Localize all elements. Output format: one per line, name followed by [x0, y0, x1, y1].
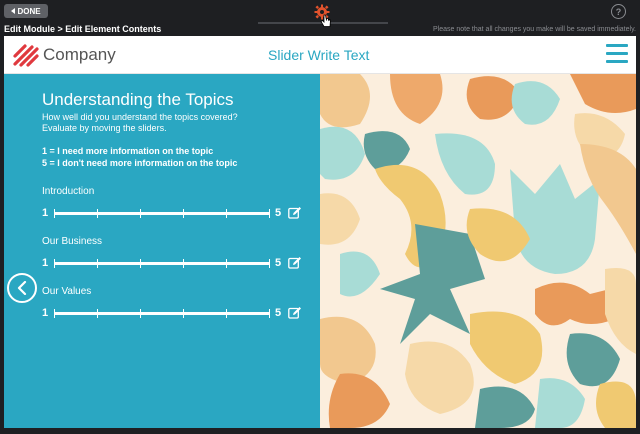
back-button[interactable] [7, 273, 37, 303]
scale-key-line-2: 5 = I don't need more information on the… [42, 158, 238, 168]
subtitle-line-2: Evaluate by moving the sliders. [42, 123, 167, 133]
slider-tick [226, 209, 227, 218]
subtitle-line-1: How well did you understand the topics c… [42, 112, 238, 122]
slider-min-value: 1 [42, 207, 49, 219]
abstract-shapes-image [320, 74, 636, 428]
slider-our-values[interactable] [54, 309, 270, 318]
slider-tick [269, 309, 270, 318]
preview-frame: Company Slider Write Text Understanding … [4, 36, 636, 428]
company-logo-icon [13, 44, 39, 67]
done-button[interactable]: DONE [4, 4, 48, 18]
slider-tick [183, 259, 184, 268]
menu-bar [606, 52, 628, 55]
back-triangle-icon [11, 8, 16, 14]
slider-tick [183, 209, 184, 218]
slider-max-value: 5 [275, 307, 282, 319]
slider-tick [54, 309, 55, 318]
slider-min-value: 1 [42, 307, 49, 319]
help-icon[interactable]: ? [611, 4, 626, 19]
slider-max-value: 5 [275, 257, 282, 269]
slider-max-value: 5 [275, 207, 282, 219]
edit-icon[interactable] [288, 256, 302, 269]
slider-tick [97, 209, 98, 218]
section-heading: Understanding the Topics [42, 90, 234, 109]
menu-bar [606, 60, 628, 63]
content-panel: Understanding the Topics How well did yo… [4, 74, 320, 428]
breadcrumb: Edit Module > Edit Element Contents [4, 24, 162, 34]
page-header: Company Slider Write Text [4, 36, 636, 74]
slider-tick [140, 309, 141, 318]
slider-tick [269, 209, 270, 218]
menu-bar [606, 44, 628, 47]
slider-tick [97, 259, 98, 268]
slider-tick [140, 209, 141, 218]
chevron-left-icon [17, 281, 27, 295]
slider-tick [140, 259, 141, 268]
slider-our-business[interactable] [54, 259, 270, 268]
slider-introduction[interactable] [54, 209, 270, 218]
decorative-pattern [320, 74, 636, 428]
slider-label-introduction: Introduction [42, 186, 95, 197]
slider-label-our-business: Our Business [42, 236, 103, 247]
editor-toolbar: DONE Edit Module > Edit Element Contents… [0, 0, 640, 36]
slider-tick [97, 309, 98, 318]
scale-key-line-1: 1 = I need more information on the topic [42, 146, 214, 156]
help-label: ? [615, 6, 622, 17]
slider-tick [226, 259, 227, 268]
menu-icon[interactable] [606, 44, 628, 64]
save-notice: Please note that all changes you make wi… [433, 26, 636, 33]
slider-tick [269, 259, 270, 268]
slider-tick [183, 309, 184, 318]
slider-tick [226, 309, 227, 318]
page-title: Slider Write Text [268, 47, 370, 63]
hand-cursor-icon [320, 14, 331, 27]
slider-min-value: 1 [42, 257, 49, 269]
edit-icon[interactable] [288, 206, 302, 219]
company-name: Company [43, 45, 116, 64]
slider-label-our-values: Our Values [42, 286, 92, 297]
slider-tick [54, 259, 55, 268]
done-label: DONE [17, 6, 41, 16]
slider-tick [54, 209, 55, 218]
edit-icon[interactable] [288, 306, 302, 319]
